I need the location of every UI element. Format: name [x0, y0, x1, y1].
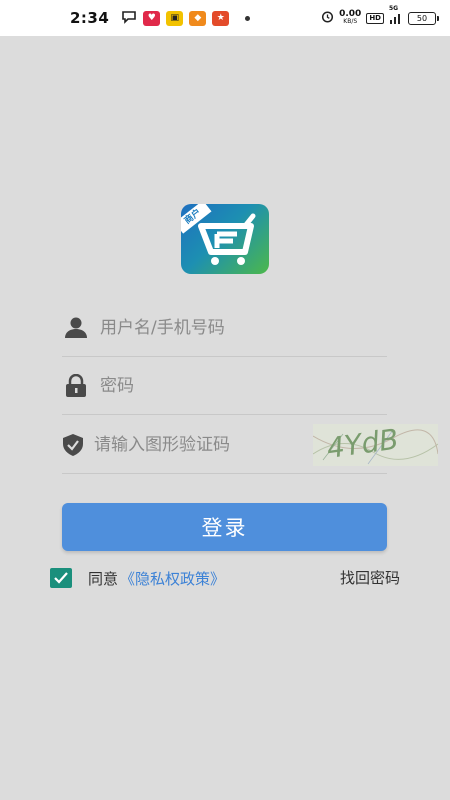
- status-bar: 2:34 ♥ ▣ ◆ ★ 0.00 KB/S HD 5G 50: [0, 0, 450, 36]
- battery-indicator: 50: [408, 11, 439, 25]
- network-speed-value: 0.00: [339, 9, 362, 19]
- app-logo: 商户: [181, 204, 269, 274]
- status-time: 2:34: [70, 9, 110, 27]
- yellow-app-notification-icon: ▣: [166, 10, 184, 26]
- status-indicators: 0.00 KB/S HD 5G 50: [321, 5, 439, 26]
- username-input[interactable]: [100, 317, 387, 338]
- network-speed-unit: KB/S: [343, 18, 358, 25]
- alarm-icon: [321, 10, 334, 26]
- user-icon: [62, 314, 90, 342]
- lock-icon: [62, 372, 90, 400]
- captcha-row: 4YdB: [62, 416, 438, 474]
- red-app-notification-icon: ♥: [143, 10, 161, 26]
- battery-level: 50: [416, 13, 428, 23]
- password-row: [62, 357, 387, 415]
- orange-app-notification-icon: ◆: [189, 10, 207, 26]
- password-input[interactable]: [100, 375, 387, 396]
- more-notifications-dot-icon: [245, 15, 251, 21]
- captcha-input[interactable]: [94, 434, 313, 455]
- checkmark-icon: [54, 572, 68, 584]
- shopping-app-notification-icon: ★: [212, 10, 230, 26]
- shield-check-icon: [62, 431, 84, 459]
- captcha-image[interactable]: 4YdB: [313, 423, 438, 466]
- username-row: [62, 299, 387, 357]
- signal-label: 5G: [389, 5, 399, 12]
- forgot-password-link[interactable]: 找回密码: [340, 566, 400, 590]
- signal-5g-icon: 5G: [389, 5, 403, 24]
- network-speed: 0.00 KB/S: [339, 10, 361, 26]
- agreement-prefix: 同意: [88, 569, 119, 588]
- agreement-checkbox[interactable]: [50, 568, 72, 588]
- login-button[interactable]: 登录: [62, 503, 387, 551]
- notification-icons: ♥ ▣ ◆ ★: [121, 9, 251, 28]
- privacy-policy-link[interactable]: 《隐私权政策》: [120, 568, 225, 589]
- chat-bubble-icon: [121, 9, 137, 28]
- agreement-row: 同意 《隐私权政策》: [50, 566, 225, 590]
- hd-badge: HD: [366, 12, 384, 24]
